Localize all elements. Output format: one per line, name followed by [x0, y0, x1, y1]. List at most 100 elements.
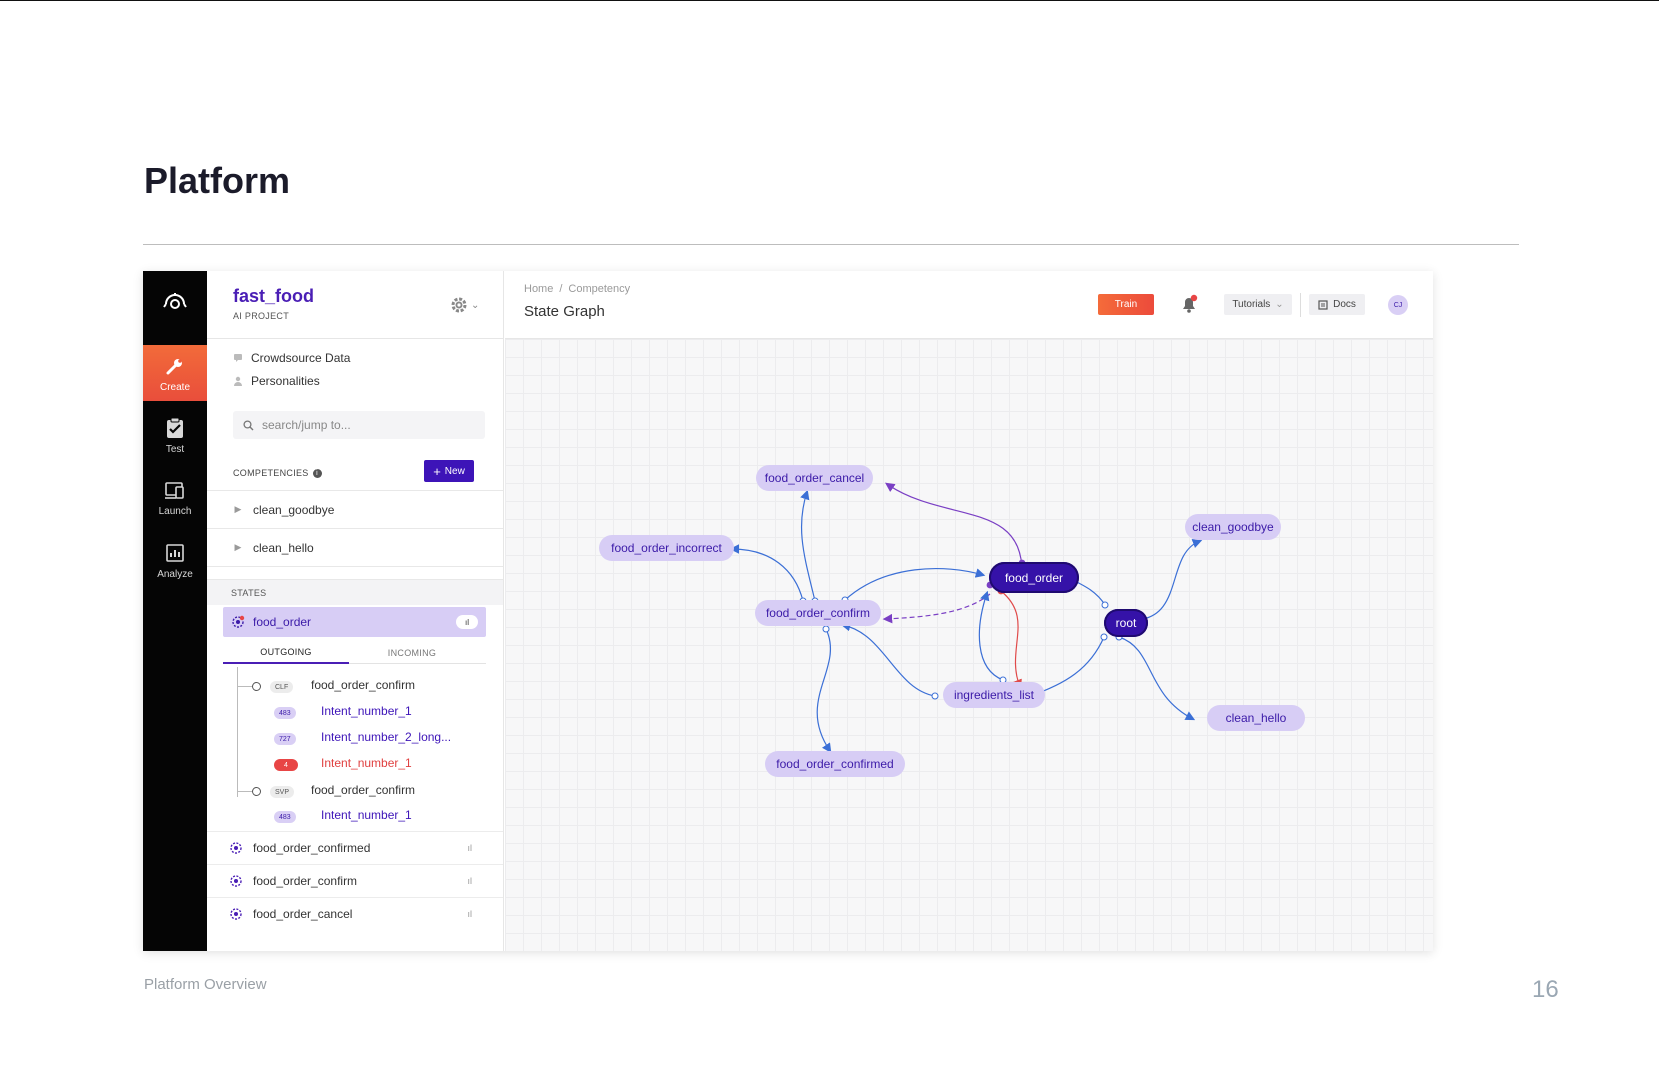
state-item[interactable]: food_order_confirmed ıl	[207, 831, 503, 863]
wrench-icon	[163, 354, 187, 378]
state-graph-canvas[interactable]: food_order_cancel food_order_incorrect f…	[505, 339, 1433, 951]
stats-icon[interactable]: ıl	[468, 909, 473, 919]
chevron-down-icon: ⌄	[471, 299, 480, 311]
graph-node-clean-goodbye[interactable]: clean_goodbye	[1185, 514, 1281, 540]
intent-link-error[interactable]: Intent_number_1	[321, 756, 412, 770]
project-name[interactable]: fast_food	[233, 286, 314, 307]
edge[interactable]	[800, 489, 816, 602]
edge[interactable]	[816, 628, 832, 753]
rail-create[interactable]: Create	[143, 345, 207, 401]
sidebar: fast_food AI PROJECT ⌄ Crowdsource Data …	[207, 271, 504, 951]
edge[interactable]	[1133, 539, 1203, 621]
train-button[interactable]: Train	[1098, 294, 1154, 315]
svp-tag: SVP	[270, 786, 295, 798]
caret-right-icon: ▶	[234, 542, 242, 552]
breadcrumb-competency[interactable]: Competency	[568, 283, 630, 295]
graph-node-food-order-confirm[interactable]: food_order_confirm	[755, 600, 881, 626]
app-logo-icon[interactable]	[143, 271, 207, 335]
rail-test-label: Test	[165, 443, 185, 455]
slide-page-number: 16	[1532, 976, 1559, 1003]
nav-rail: Create Test Launch Analyze	[143, 271, 207, 951]
competency-row-clean-hello[interactable]: ▶ clean_hello	[207, 528, 503, 566]
slide-divider	[143, 244, 1519, 245]
graph-node-clean-hello[interactable]: clean_hello	[1207, 705, 1305, 731]
transition-node-icon	[252, 787, 261, 796]
rail-launch-label: Launch	[158, 505, 192, 517]
rail-analyze[interactable]: Analyze	[143, 532, 207, 588]
devices-icon	[163, 478, 187, 502]
edge[interactable]	[729, 544, 804, 602]
state-item[interactable]: food_order_confirm ıl	[207, 864, 503, 896]
state-item-selected[interactable]: food_order ıl	[223, 607, 486, 637]
edge[interactable]	[882, 593, 991, 624]
person-icon	[234, 376, 242, 386]
page-title: State Graph	[524, 303, 605, 320]
edge[interactable]	[1000, 590, 1022, 690]
rail-test[interactable]: Test	[143, 407, 207, 463]
competency-label: clean_hello	[253, 540, 314, 555]
notifications-button[interactable]	[1178, 293, 1200, 315]
state-label: food_order_cancel	[253, 906, 353, 921]
search-icon	[243, 419, 254, 430]
competencies-heading: COMPETENCIES i	[233, 468, 322, 478]
project-settings-button[interactable]: ⌄	[450, 293, 484, 317]
rail-launch[interactable]: Launch	[143, 469, 207, 525]
graph-node-food-order[interactable]: food_order	[989, 562, 1079, 593]
stats-icon[interactable]: ıl	[468, 843, 473, 853]
tab-incoming[interactable]: INCOMING	[349, 642, 475, 664]
breadcrumb-home[interactable]: Home	[524, 283, 553, 295]
transition-node-icon	[252, 682, 261, 691]
personalities-link[interactable]: Personalities	[233, 372, 320, 390]
main-panel: Home / Competency State Graph Train Tuto…	[505, 271, 1433, 951]
transition-target[interactable]: food_order_confirm	[311, 678, 415, 692]
tutorials-dropdown[interactable]: Tutorials ⌄	[1224, 294, 1292, 315]
edge[interactable]	[1118, 636, 1196, 721]
project-header: fast_food AI PROJECT ⌄	[207, 271, 503, 339]
state-item[interactable]: food_order_cancel ıl	[207, 897, 503, 929]
edge[interactable]	[978, 590, 1004, 681]
slide-footer: Platform Overview	[144, 976, 267, 993]
info-icon[interactable]: i	[312, 468, 322, 478]
search-placeholder: search/jump to...	[262, 418, 351, 432]
breadcrumb: Home / Competency	[524, 283, 630, 295]
competency-row-clean-goodbye[interactable]: ▶ clean_goodbye	[207, 490, 503, 528]
breadcrumb-separator: /	[559, 283, 563, 295]
state-label: food_order_confirmed	[253, 840, 371, 855]
intent-count-badge: 727	[274, 733, 296, 745]
intent-link[interactable]: Intent_number_2_long...	[321, 730, 451, 744]
edge[interactable]	[844, 568, 986, 601]
app-window: Create Test Launch Analyze fast_food AI …	[143, 271, 1433, 951]
tutorials-label: Tutorials	[1232, 299, 1271, 310]
stats-icon[interactable]: ıl	[456, 615, 478, 629]
clipboard-check-icon	[163, 416, 187, 440]
new-competency-button[interactable]: + New	[424, 460, 474, 482]
stats-icon[interactable]: ıl	[468, 876, 473, 886]
top-border	[0, 0, 1659, 1]
divider	[1300, 293, 1301, 317]
avatar[interactable]: CJ	[1388, 295, 1408, 315]
graph-node-food-order-confirmed[interactable]: food_order_confirmed	[765, 751, 905, 777]
intent-link[interactable]: Intent_number_1	[321, 704, 412, 718]
graph-node-food-order-incorrect[interactable]: food_order_incorrect	[599, 535, 734, 561]
state-tabs: OUTGOING INCOMING	[223, 642, 486, 664]
transition-target[interactable]: food_order_confirm	[311, 783, 415, 797]
graph-node-food-order-cancel[interactable]: food_order_cancel	[756, 465, 873, 491]
states-heading: STATES	[207, 579, 503, 605]
state-node-icon	[230, 841, 242, 854]
intent-link[interactable]: Intent_number_1	[321, 808, 412, 822]
graph-node-ingredients-list[interactable]: ingredients_list	[943, 682, 1045, 708]
new-button-label: New	[444, 465, 465, 477]
personalities-label: Personalities	[251, 374, 320, 388]
classifier-tag: CLF	[270, 681, 294, 693]
tab-outgoing[interactable]: OUTGOING	[223, 642, 349, 664]
crowdsource-data-link[interactable]: Crowdsource Data	[233, 349, 350, 367]
intent-count-badge-error: 4	[274, 759, 298, 771]
search-input[interactable]: search/jump to...	[233, 411, 485, 439]
top-bar: Home / Competency State Graph Train Tuto…	[505, 271, 1433, 339]
crowdsource-data-label: Crowdsource Data	[251, 351, 351, 365]
rail-create-label: Create	[159, 381, 190, 393]
graph-node-root[interactable]: root	[1104, 609, 1148, 637]
edge[interactable]	[840, 621, 936, 697]
bar-chart-icon	[163, 541, 187, 565]
docs-button[interactable]: Docs	[1309, 294, 1365, 315]
